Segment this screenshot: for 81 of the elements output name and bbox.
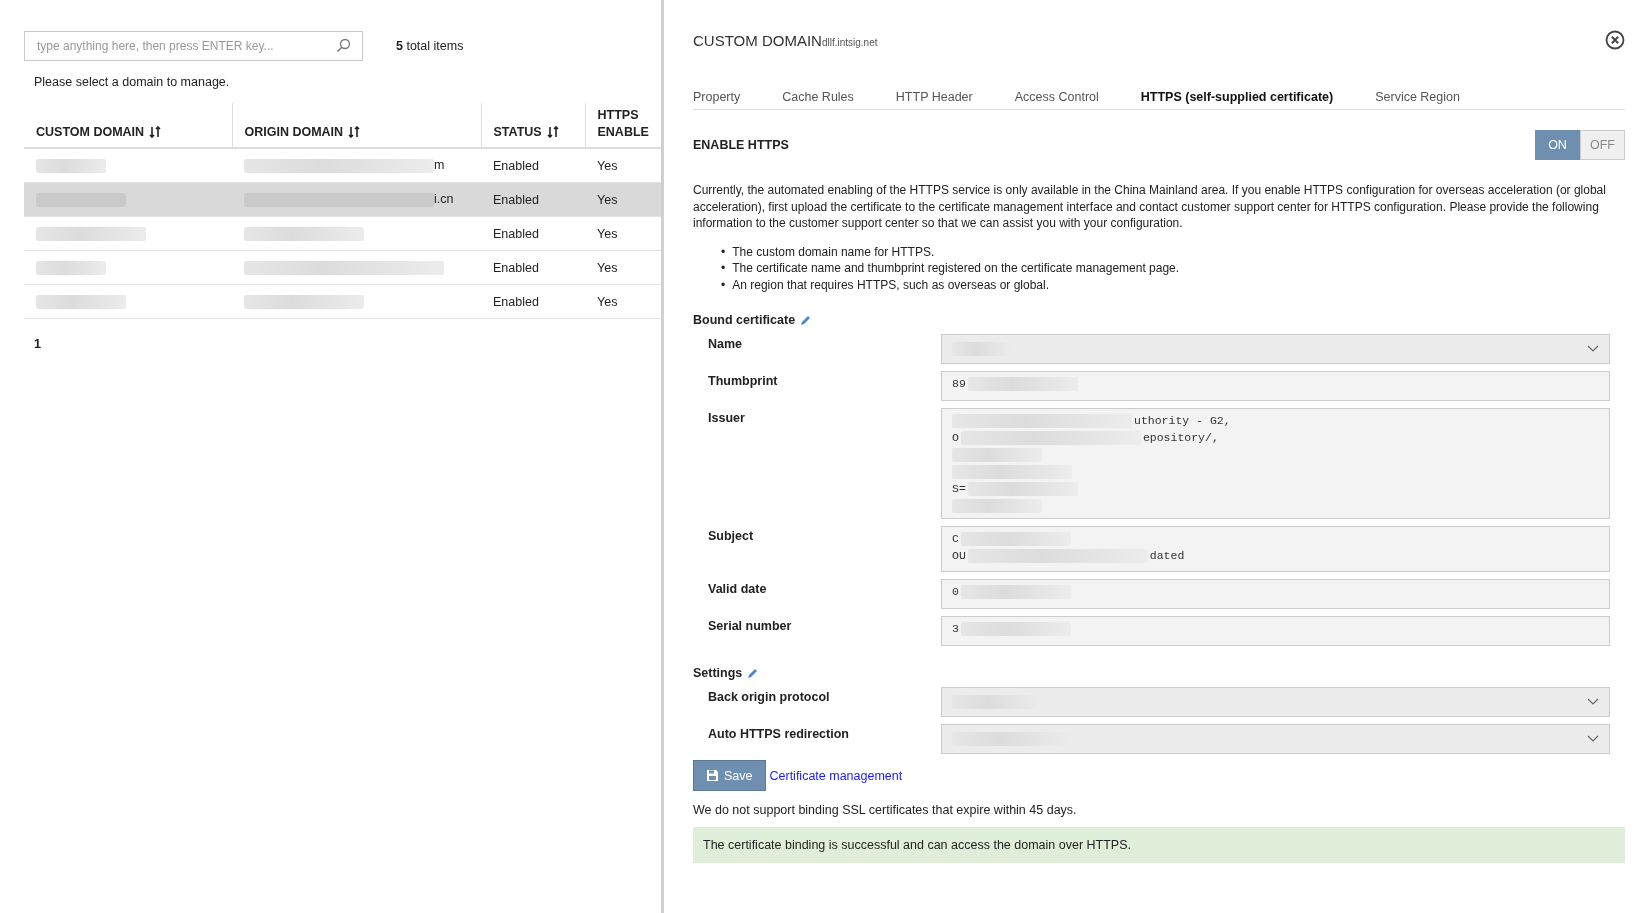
table-row[interactable]: Enabled Yes xyxy=(24,284,661,319)
column-header[interactable]: STATUS xyxy=(493,125,542,139)
panel-title: CUSTOM DOMAIN xyxy=(693,31,822,49)
bullet: • xyxy=(721,243,726,260)
table-row[interactable]: Enabled Yes xyxy=(24,250,661,285)
text-area[interactable]: C OU dated xyxy=(941,526,1610,572)
section-label: ENABLE HTTPS xyxy=(693,138,789,152)
search-icon[interactable] xyxy=(336,38,351,53)
column-header[interactable]: ORIGIN DOMAIN xyxy=(244,125,344,139)
field-value: uthority - G2, xyxy=(1134,414,1231,428)
page-link[interactable]: 1 xyxy=(34,337,41,351)
table-cell: Yes xyxy=(597,192,618,207)
item-count: 5 total items xyxy=(396,39,464,53)
close-icon[interactable] xyxy=(1605,30,1625,50)
table-cell: Enabled xyxy=(493,294,539,309)
tab[interactable]: Service Region xyxy=(1375,90,1460,104)
chevron-down-icon xyxy=(1587,698,1599,706)
field-value: 0 xyxy=(952,585,959,599)
table-cell: m xyxy=(434,158,445,173)
search-field[interactable]: type anything here, then press ENTER key... xyxy=(24,31,363,61)
table-cell: Enabled xyxy=(493,226,539,241)
instruction-text: Please select a domain to manage. xyxy=(34,75,231,89)
table-cell: Enabled xyxy=(493,158,539,173)
success-alert: The certificate binding is successful and can access the domain over HTTPS. xyxy=(693,827,1625,863)
field-value: O xyxy=(952,431,959,445)
field-label: Auto HTTPS redirection xyxy=(708,726,850,743)
table-row[interactable]: Enabled Yes xyxy=(24,216,661,251)
bullet: • xyxy=(721,260,726,277)
table-row[interactable]: m Enabled Yes xyxy=(24,148,661,183)
field-value: dated xyxy=(1149,549,1185,563)
sort-icon[interactable] xyxy=(546,126,559,138)
requirement-item: An region that requires HTTPS, such as overseas or global. xyxy=(732,276,1050,293)
field-label: Back origin protocol xyxy=(708,689,831,706)
description-text: Currently, the automated enabling of the HTTPS service is only available in the China Mainland area. If you enable HTTPS configuration for overseas acceleration (or global acceleration), first upload the certificate to the certificate management interface and contact customer support center for HTTPS configuration. Please provide the following information to the customer support center so that we can assist you with your configuration. xyxy=(693,182,1607,232)
bullet: • xyxy=(721,276,726,293)
section-title: Settings xyxy=(693,666,743,680)
table-cell: Yes xyxy=(597,294,618,309)
field-value: 3 xyxy=(952,622,959,636)
pencil-icon[interactable] xyxy=(800,314,813,326)
requirement-item: The certificate name and thumbprint registered on the certificate management page. xyxy=(732,260,1180,277)
chevron-down-icon xyxy=(1587,735,1599,743)
field-label: Valid date xyxy=(708,581,768,598)
field-value: 89 xyxy=(952,377,966,391)
input-field[interactable]: 3 xyxy=(941,616,1610,646)
field-label: Subject xyxy=(708,528,755,545)
sort-icon[interactable] xyxy=(149,126,162,138)
redacted-text xyxy=(36,260,106,275)
table-cell: Enabled xyxy=(493,192,539,207)
tab[interactable]: Access Control xyxy=(1014,90,1099,104)
table-cell: Yes xyxy=(597,158,618,173)
tab[interactable]: HTTP Header xyxy=(895,90,973,104)
note-text: We do not support binding SSL certificates that expire within 45 days. xyxy=(693,803,1078,817)
requirement-item: The custom domain name for HTTPS. xyxy=(732,243,935,260)
column-header[interactable]: CUSTOM DOMAIN xyxy=(36,125,145,139)
field-value: S= xyxy=(952,482,966,496)
section-title: Bound certificate xyxy=(693,313,796,327)
table-cell: Enabled xyxy=(493,260,539,275)
tab[interactable]: Property xyxy=(693,90,741,104)
redacted-text xyxy=(36,158,106,173)
tab[interactable]: HTTPS (self-supplied certificate) xyxy=(1140,90,1334,104)
certificate-management-link[interactable]: Certificate management xyxy=(769,768,903,783)
table-row[interactable]: i.cn Enabled Yes xyxy=(24,182,661,217)
tab[interactable]: Cache Rules xyxy=(782,90,854,104)
pencil-icon[interactable] xyxy=(747,667,760,679)
field-value: OU xyxy=(952,549,966,563)
field-label: Serial number xyxy=(708,618,793,635)
field-value: C xyxy=(952,532,959,546)
chevron-down-icon xyxy=(1587,345,1599,353)
table-cell: i.cn xyxy=(434,192,454,207)
table-cell: Yes xyxy=(597,226,618,241)
text-area[interactable]: uthority - G2, O epository/, S= xyxy=(941,408,1610,519)
input-field[interactable]: 89 xyxy=(941,371,1610,401)
field-label: Issuer xyxy=(708,410,746,427)
input-field[interactable]: 0 xyxy=(941,579,1610,609)
field-label: Name xyxy=(708,336,744,353)
field-value: epository/, xyxy=(1142,431,1219,445)
table-cell: Yes xyxy=(597,260,618,275)
domain-subtitle: dllf.intsig.net xyxy=(821,36,878,48)
sort-icon[interactable] xyxy=(348,126,361,138)
field-label: Thumbprint xyxy=(708,373,779,390)
column-header[interactable]: HTTPS ENABLE xyxy=(597,107,652,141)
